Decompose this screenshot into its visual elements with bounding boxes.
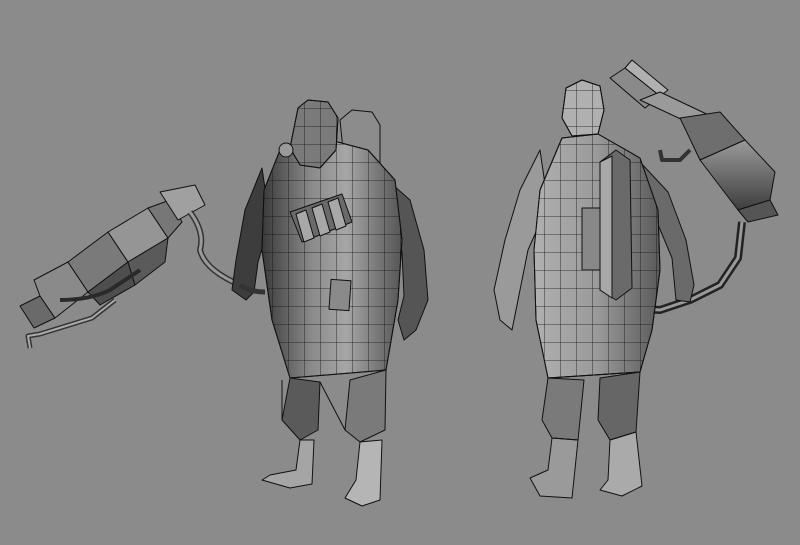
- wireframe-render: [19, 59, 779, 507]
- character-front-view: [231, 99, 429, 507]
- character-back-view: [493, 59, 779, 499]
- flamethrower-front: [19, 184, 242, 349]
- 3d-viewport: [0, 0, 800, 545]
